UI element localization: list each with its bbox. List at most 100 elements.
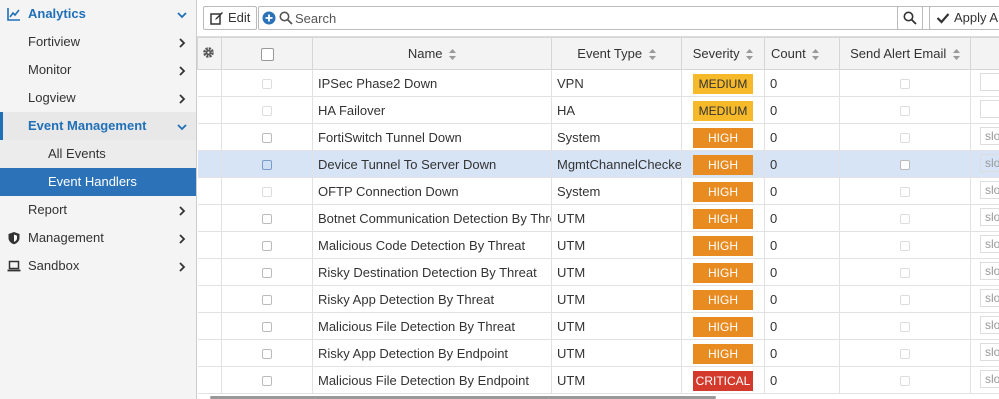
send-alert-email-cell[interactable] xyxy=(839,150,971,178)
row-select-cell[interactable] xyxy=(221,204,313,232)
send-alert-email-cell[interactable] xyxy=(839,96,971,124)
sidebar-item-analytics[interactable]: Analytics xyxy=(0,0,196,28)
column-header-severity[interactable]: Severity xyxy=(681,37,765,70)
row-checkbox[interactable] xyxy=(262,268,272,279)
send-alert-email-checkbox[interactable] xyxy=(900,241,910,252)
table-row[interactable]: Malicious File Detection By Threat UTM HIG… xyxy=(197,312,999,340)
send-alert-email-cell[interactable] xyxy=(839,204,971,232)
sidebar-item-logview[interactable]: Logview xyxy=(0,84,196,112)
row-select-cell[interactable] xyxy=(221,150,313,178)
send-alert-email-checkbox[interactable] xyxy=(900,349,910,360)
sidebar-item-event-management[interactable]: Event Management xyxy=(0,112,196,140)
send-alert-email-cell[interactable] xyxy=(839,285,971,313)
row-checkbox[interactable] xyxy=(262,322,272,333)
send-alert-email-cell[interactable] xyxy=(839,123,971,151)
row-select-cell[interactable] xyxy=(221,123,313,151)
row-select-cell[interactable] xyxy=(221,69,313,97)
threshold-field[interactable]: slo xyxy=(980,315,999,334)
sidebar-label-management: Management xyxy=(28,230,104,245)
table-row[interactable]: Risky App Detection By Threat UTM HIGH 0 slo xyxy=(197,285,999,313)
send-alert-email-checkbox[interactable] xyxy=(900,133,910,144)
row-select-cell[interactable] xyxy=(221,366,313,394)
table-row[interactable]: Malicious File Detection By Endpoint UTM C… xyxy=(197,366,999,394)
table-row[interactable]: Botnet Communication Detection By Threat… xyxy=(197,204,999,232)
apply-all-button[interactable]: Apply All xyxy=(929,6,999,30)
send-alert-email-cell[interactable] xyxy=(839,339,971,367)
row-select-cell[interactable] xyxy=(221,285,313,313)
row-checkbox[interactable] xyxy=(262,349,272,360)
sidebar-item-management[interactable]: Management xyxy=(0,224,196,252)
threshold-field[interactable]: slo xyxy=(980,369,999,388)
column-header-send-alert-email[interactable]: Send Alert Email xyxy=(839,37,971,70)
row-checkbox[interactable] xyxy=(262,79,272,90)
threshold-field[interactable] xyxy=(980,99,999,118)
severity-badge: HIGH xyxy=(693,155,753,175)
row-select-cell[interactable] xyxy=(221,312,313,340)
threshold-field[interactable]: slo xyxy=(980,207,999,226)
row-select-cell[interactable] xyxy=(221,339,313,367)
threshold-field[interactable]: slo xyxy=(980,342,999,361)
send-alert-email-checkbox[interactable] xyxy=(900,322,910,333)
threshold-field[interactable]: slo xyxy=(980,180,999,199)
threshold-field[interactable]: slo xyxy=(980,126,999,145)
select-all-header[interactable] xyxy=(221,37,313,70)
gear-icon[interactable] xyxy=(202,46,215,59)
column-settings-header[interactable] xyxy=(197,37,222,70)
row-checkbox[interactable] xyxy=(262,160,272,171)
severity-badge: MEDIUM xyxy=(693,74,753,94)
threshold-field[interactable]: slo xyxy=(980,234,999,253)
row-select-cell[interactable] xyxy=(221,258,313,286)
row-select-cell[interactable] xyxy=(221,177,313,205)
row-select-cell[interactable] xyxy=(221,96,313,124)
sidebar-item-event-handlers[interactable]: Event Handlers xyxy=(0,168,196,196)
table-row[interactable]: IPSec Phase2 Down VPN MEDIUM 0 xyxy=(197,69,999,97)
row-select-cell[interactable] xyxy=(221,231,313,259)
row-checkbox[interactable] xyxy=(262,106,272,117)
send-alert-email-cell[interactable] xyxy=(839,231,971,259)
send-alert-email-cell[interactable] xyxy=(839,258,971,286)
row-checkbox[interactable] xyxy=(262,376,272,387)
send-alert-email-checkbox[interactable] xyxy=(900,187,910,198)
table-row[interactable]: OFTP Connection Down System HIGH 0 slo xyxy=(197,177,999,205)
sidebar-item-fortiview[interactable]: Fortiview xyxy=(0,28,196,56)
row-checkbox[interactable] xyxy=(262,187,272,198)
send-alert-email-checkbox[interactable] xyxy=(900,160,910,171)
sidebar-label-analytics: Analytics xyxy=(28,6,86,21)
send-alert-email-checkbox[interactable] xyxy=(900,214,910,225)
sidebar-item-report[interactable]: Report xyxy=(0,196,196,224)
column-header-count[interactable]: Count xyxy=(764,37,840,70)
row-checkbox[interactable] xyxy=(262,295,272,306)
table-row[interactable]: FortiSwitch Tunnel Down System HIGH 0 slo xyxy=(197,123,999,151)
row-checkbox[interactable] xyxy=(262,241,272,252)
threshold-field[interactable]: slo xyxy=(980,261,999,280)
send-alert-email-cell[interactable] xyxy=(839,312,971,340)
threshold-field[interactable]: slo xyxy=(980,288,999,307)
table-row[interactable]: HA Failover HA MEDIUM 0 xyxy=(197,96,999,124)
table-row[interactable]: Malicious Code Detection By Threat UTM HIG… xyxy=(197,231,999,259)
sidebar-item-all-events[interactable]: All Events xyxy=(0,140,196,168)
table-row[interactable]: Risky Destination Detection By Threat UTM… xyxy=(197,258,999,286)
column-header-event-type[interactable]: Event Type xyxy=(551,37,682,70)
send-alert-email-checkbox[interactable] xyxy=(900,106,910,117)
send-alert-email-cell[interactable] xyxy=(839,366,971,394)
send-alert-email-checkbox[interactable] xyxy=(900,376,910,387)
send-alert-email-checkbox[interactable] xyxy=(900,79,910,90)
send-alert-email-cell[interactable] xyxy=(839,69,971,97)
sidebar-item-sandbox[interactable]: Sandbox xyxy=(0,252,196,280)
send-alert-email-checkbox[interactable] xyxy=(900,268,910,279)
table-row[interactable]: Risky App Detection By Endpoint UTM HIGH 0 s… xyxy=(197,339,999,367)
send-alert-email-checkbox[interactable] xyxy=(900,295,910,306)
search-input[interactable] xyxy=(295,8,895,28)
sidebar-item-monitor[interactable]: Monitor xyxy=(0,56,196,84)
row-checkbox[interactable] xyxy=(262,133,272,144)
threshold-field[interactable] xyxy=(980,72,999,91)
search-button[interactable] xyxy=(897,6,923,30)
column-header-name[interactable]: Name xyxy=(312,37,552,70)
threshold-field[interactable]: slo xyxy=(980,153,999,172)
send-alert-email-cell[interactable] xyxy=(839,177,971,205)
edit-button[interactable]: Edit xyxy=(203,6,258,30)
row-checkbox[interactable] xyxy=(262,214,272,225)
plus-circle-icon[interactable] xyxy=(262,11,276,25)
select-all-checkbox[interactable] xyxy=(260,48,274,62)
table-row[interactable]: Device Tunnel To Server Down MgmtChannelC… xyxy=(197,150,999,178)
